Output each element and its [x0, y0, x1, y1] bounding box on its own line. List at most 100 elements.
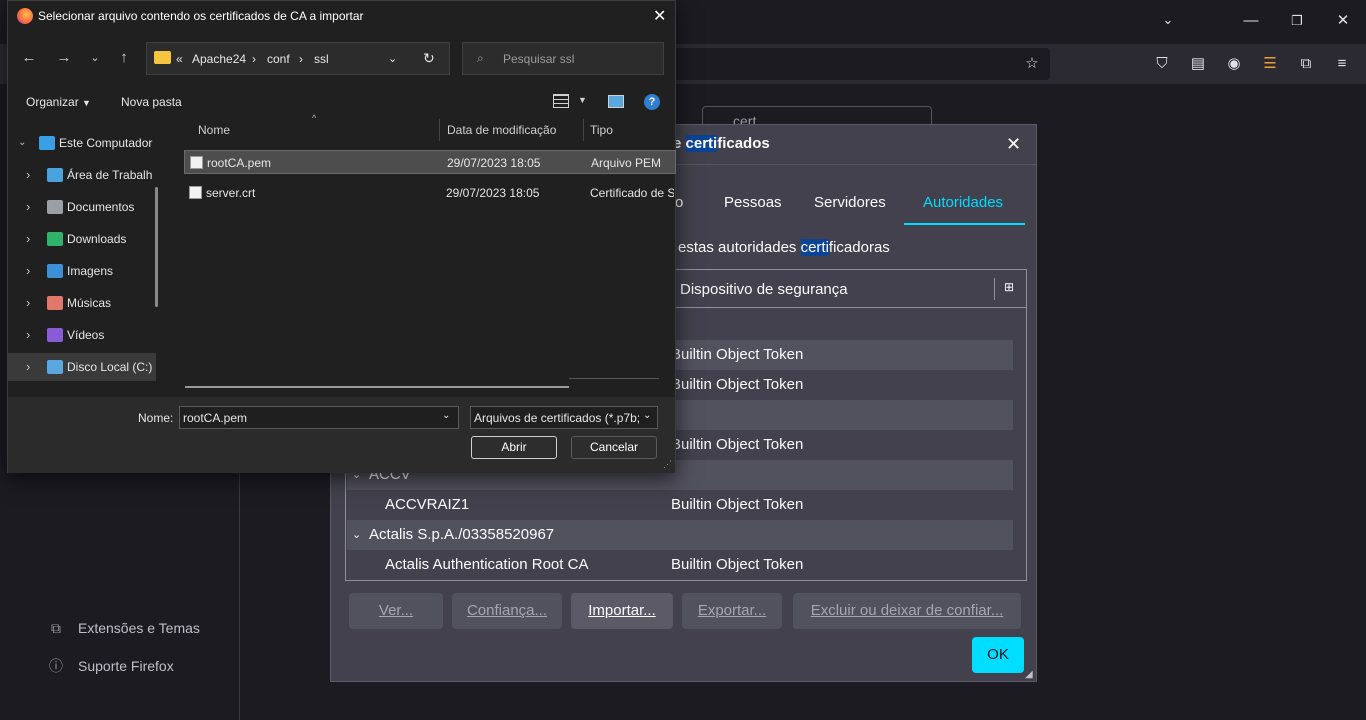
ok-button[interactable]: OK [972, 637, 1024, 673]
chevron-right-icon[interactable]: › [26, 225, 30, 253]
back-arrow-icon[interactable]: ← [18, 47, 40, 69]
restore-icon[interactable]: ❐ [1286, 10, 1308, 32]
search-icon: ⌕ [477, 51, 484, 65]
chevron-right-icon[interactable]: › [26, 353, 30, 381]
sort-arrow-icon: ^ [312, 113, 317, 123]
file-row[interactable]: rootCA.pem 29/07/2023 18:05 Arquivo PEM [184, 150, 676, 174]
file-name: server.crt [206, 186, 256, 200]
breadcrumb-apache24[interactable]: Apache24 [192, 52, 246, 66]
tree-row[interactable]: Actalis Authentication Root CA Builtin Ob… [347, 550, 1013, 580]
new-folder-button[interactable]: Nova pasta [121, 95, 182, 109]
open-button[interactable]: Abrir [471, 436, 557, 459]
cert-device: Builtin Object Token [671, 436, 804, 453]
chevron-down-icon[interactable]: ⌄ [18, 129, 26, 157]
extension-icon[interactable]: ☰ [1260, 54, 1280, 74]
scrollbar-track [569, 378, 659, 379]
nav-item[interactable]: › Músicas [8, 289, 156, 317]
up-arrow-icon[interactable]: ↑ [113, 47, 135, 69]
close-icon[interactable]: ✕ [1006, 134, 1021, 155]
navigation-pane: ⌄ Este Computador › Área de Trabalh › Documen… [8, 119, 166, 396]
nav-scrollbar[interactable] [155, 187, 158, 307]
minimize-icon[interactable]: — [1240, 10, 1262, 32]
reader-view-icon[interactable]: ▤ [1188, 54, 1208, 74]
column-device-header[interactable]: Dispositivo de segurança [680, 281, 848, 298]
address-dropdown-icon[interactable]: ⌄ [388, 52, 397, 65]
export-button[interactable]: Exportar... [682, 593, 782, 629]
column-name-header[interactable]: Nome [198, 123, 230, 137]
trust-button[interactable]: Confiança... [452, 593, 562, 629]
nav-item[interactable]: ⌄ Este Computador [8, 129, 156, 157]
file-type-value: Arquivos de certificados (*.p7b; [474, 411, 641, 425]
help-icon[interactable]: ? [644, 94, 660, 110]
cert-name: ACCVRAIZ1 [385, 496, 470, 513]
url-bar[interactable] [650, 48, 1050, 80]
close-window-icon[interactable]: ✕ [1332, 10, 1354, 32]
folder-icon [47, 328, 63, 342]
address-bar[interactable]: « Apache24 › conf › ssl ⌄ ↻ [146, 42, 450, 75]
resize-grip-icon[interactable]: ⋰ [663, 459, 672, 470]
nav-item[interactable]: › Downloads [8, 225, 156, 253]
nav-item-label: Downloads [67, 232, 127, 246]
nav-item[interactable]: › Vídeos [8, 321, 156, 349]
refresh-icon[interactable]: ↻ [423, 50, 435, 67]
breadcrumb-ssl[interactable]: ssl [314, 52, 329, 66]
preview-pane-icon[interactable] [608, 95, 624, 108]
cert-name: Actalis S.p.A./03358520967 [369, 526, 555, 543]
chevron-right-icon[interactable]: › [26, 321, 30, 349]
view-options-icon[interactable] [553, 94, 569, 108]
chevron-down-icon[interactable]: ⌄ [643, 410, 652, 421]
list-all-tabs-icon[interactable]: ⌄ [1158, 12, 1178, 32]
close-icon[interactable]: ✕ [653, 6, 666, 26]
file-open-dialog: Selecionar arquivo contendo os certifica… [7, 0, 676, 473]
tab-servers[interactable]: Servidores [814, 193, 886, 225]
search-placeholder: Pesquisar ssl [503, 52, 575, 66]
sidebar-link-support[interactable]: ⓘ Suporte Firefox [48, 655, 174, 677]
bookmark-star-icon[interactable]: ☆ [1022, 54, 1042, 74]
column-picker-icon[interactable]: ⊞ [1004, 280, 1014, 294]
tab-people[interactable]: Pessoas [724, 193, 782, 225]
nav-item[interactable]: › Disco Local (C:) [8, 353, 156, 381]
folder-icon [154, 51, 171, 64]
view-button[interactable]: Ver... [349, 593, 443, 629]
recent-locations-chevron-icon[interactable]: ⌄ [84, 47, 106, 69]
file-row[interactable]: server.crt 29/07/2023 18:05 Certificado de… [184, 181, 676, 205]
tree-row[interactable]: ACCVRAIZ1 Builtin Object Token [347, 490, 1013, 520]
filename-label: Nome: [138, 411, 174, 425]
chevron-down-icon[interactable]: ⌄ [352, 520, 361, 550]
nav-item[interactable]: › Área de Trabalh [8, 161, 156, 189]
column-type-header[interactable]: Tipo [590, 123, 613, 137]
folder-icon [47, 264, 63, 278]
delete-button[interactable]: Excluir ou deixar de confiar... [793, 593, 1021, 629]
file-type-select[interactable]: Arquivos de certificados (*.p7b; ⌄ [470, 406, 658, 429]
breadcrumb-conf[interactable]: conf [267, 52, 290, 66]
chevron-right-icon[interactable]: › [26, 257, 30, 285]
authorities-description: estas autoridades certificadoras [678, 239, 890, 256]
sidebar-link-extensions[interactable]: ⧉ Extensões e Temas [48, 617, 200, 639]
tab-your-certs[interactable]: o [675, 193, 683, 225]
cancel-button[interactable]: Cancelar [571, 436, 657, 459]
nav-item[interactable]: › Imagens [8, 257, 156, 285]
chevron-right-icon[interactable]: › [26, 289, 30, 317]
view-dropdown-icon[interactable]: ▼ [578, 95, 587, 105]
nav-item[interactable]: › Documentos [8, 193, 156, 221]
column-date-header[interactable]: Data de modificação [447, 123, 556, 137]
extensions-puzzle-icon[interactable]: ⧉ [1296, 54, 1316, 74]
tab-authorities[interactable]: Autoridades [904, 193, 1025, 225]
chevron-down-icon[interactable]: ⌄ [442, 410, 450, 421]
import-button[interactable]: Importar... [571, 593, 673, 629]
organize-menu[interactable]: Organizar ▼ [26, 95, 91, 109]
filename-input[interactable]: rootCA.pem ⌄ [179, 406, 459, 429]
column-separator [994, 278, 995, 300]
puzzle-icon: ⧉ [51, 619, 61, 636]
account-avatar-icon[interactable]: ◉ [1224, 54, 1244, 74]
tree-group-row[interactable]: ⌄ Actalis S.p.A./03358520967 [347, 520, 1013, 550]
resize-grip-icon[interactable]: ◢ [1025, 669, 1033, 680]
chevron-right-icon[interactable]: › [26, 161, 30, 189]
hamburger-menu-icon[interactable]: ≡ [1332, 54, 1352, 74]
search-input[interactable]: ⌕ Pesquisar ssl [462, 42, 664, 75]
pocket-icon[interactable]: ⛉ [1152, 54, 1172, 74]
forward-arrow-icon[interactable]: → [53, 47, 75, 69]
horizontal-scrollbar[interactable] [185, 386, 569, 388]
dialog-title: e certificados [673, 135, 770, 152]
chevron-right-icon[interactable]: › [26, 193, 30, 221]
